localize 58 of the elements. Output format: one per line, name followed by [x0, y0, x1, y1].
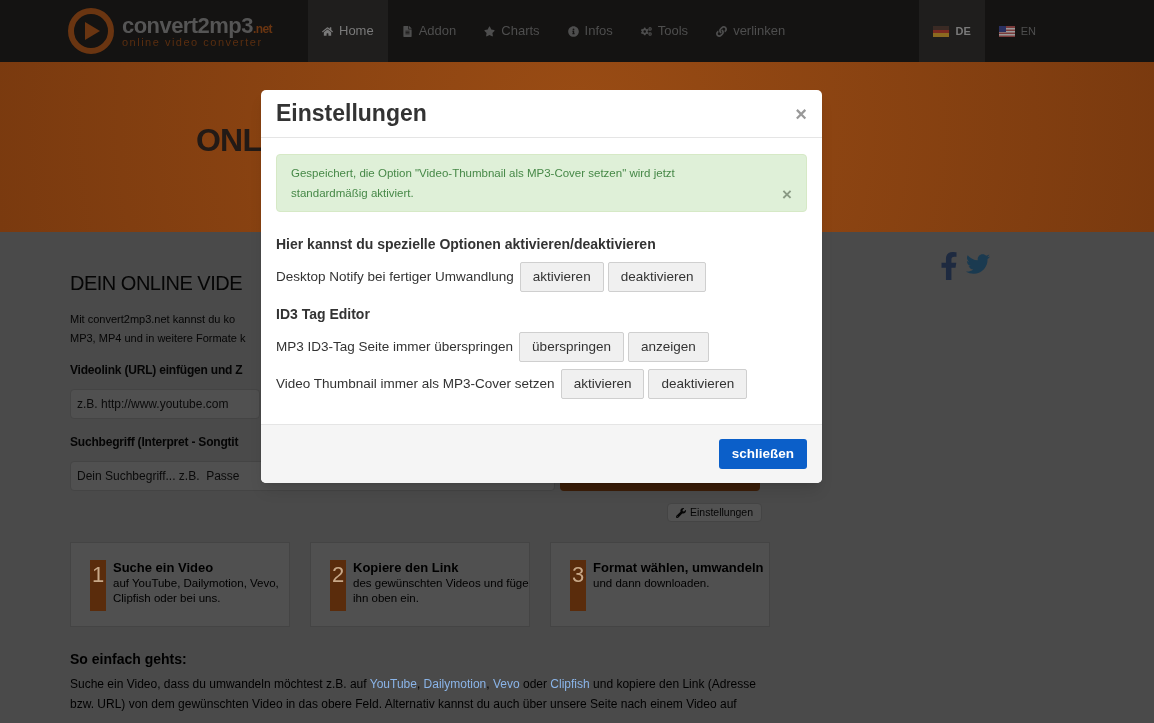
option-label: MP3 ID3-Tag Seite immer überspringen: [276, 337, 514, 356]
nav-link[interactable]: Home: [308, 0, 388, 62]
flag-icon: [998, 25, 1015, 37]
section-heading: Hier kannst du spezielle Optionen aktivieren/deaktivieren: [276, 235, 657, 254]
alert-close-button[interactable]: ×: [782, 186, 792, 203]
alert-message: Gespeichert, die Option "Video-Thumbnail als MP3-Cover setzen" wird jetzt standardmäßig aktiviert.: [291, 166, 676, 201]
link-icon: [716, 25, 728, 37]
flag-icon: [933, 25, 950, 37]
dialog-title: Einstellungen: [276, 99, 427, 129]
twitter-icon[interactable]: [964, 252, 992, 276]
option-label: Video Thumbnail immer als MP3-Cover setzen: [276, 374, 555, 393]
gears-icon: [640, 25, 652, 37]
option-button[interactable]: deaktivieren: [607, 262, 707, 292]
step-number: 1: [90, 560, 106, 611]
platform-link[interactable]: YouTube: [369, 677, 417, 691]
close-dialog-button[interactable]: schließen: [718, 439, 807, 469]
close-button[interactable]: ×: [795, 103, 807, 124]
platform-link[interactable]: Vevo: [492, 677, 520, 691]
nav-link[interactable]: Addon: [387, 0, 471, 62]
platform-link[interactable]: Clipfish: [550, 677, 590, 691]
howto-paragraph: Suche ein Video, dass du umwandeln möchtest z.B. auf YouTube, Dailymotion, Vevo oder Clipfish und kopiere den Link (Adresse bzw. URL) von dem gewünschten Video in das obere Feld. Alternativ kannst du auch über unsere Seite nach einem Video auf: [70, 676, 757, 713]
option-button[interactable]: anzeigen: [627, 332, 709, 362]
hero-title: ONL: [196, 122, 262, 158]
nav-link[interactable]: Infos: [553, 0, 627, 62]
wrench-icon: [675, 507, 686, 518]
section-heading: ID3 Tag Editor: [276, 305, 371, 324]
language-link[interactable]: DE: [919, 0, 985, 62]
step-text: und dann downloaden.: [593, 576, 711, 591]
logo-wordmark: convert2mp3.net: [122, 14, 273, 37]
step-number: 2: [330, 560, 346, 611]
step-title: Format wählen, umwandeln: [593, 560, 764, 575]
language-link[interactable]: EN: [984, 0, 1050, 62]
option-button[interactable]: deaktivieren: [648, 369, 748, 399]
step-text: auf YouTube, Dailymotion, Vevo, Clipfish oder bei uns.: [113, 576, 280, 606]
option-button[interactable]: aktivieren: [519, 262, 604, 292]
option-button[interactable]: aktivieren: [560, 369, 645, 399]
star-icon: [484, 25, 496, 37]
howto-heading: So einfach gehts:: [70, 650, 188, 669]
url-label: Videolink (URL) einfügen und Z: [70, 362, 243, 379]
intro-text: MP3, MP4 und in weitere Formate k: [70, 331, 246, 346]
url-field[interactable]: z.B. http://www.youtube.com: [70, 389, 260, 419]
option-label: Desktop Notify bei fertiger Umwandlung: [276, 267, 514, 286]
step-number: 3: [570, 560, 586, 611]
facebook-icon[interactable]: [940, 252, 958, 280]
document-icon: [401, 25, 413, 37]
intro-text: Mit convert2mp3.net kannst du ko: [70, 312, 236, 327]
step-title: Suche ein Video: [113, 560, 215, 575]
step-title: Kopiere den Link: [353, 560, 460, 575]
page-heading: DEIN ONLINE VIDE: [70, 271, 243, 296]
info-icon: [567, 25, 579, 37]
step-text: des gewünschten Videos und füge ihn oben ein.: [353, 576, 529, 606]
nav-link[interactable]: Tools: [626, 0, 703, 62]
home-icon: [322, 25, 333, 37]
settings-button[interactable]: Einstellungen: [666, 503, 762, 522]
nav-link[interactable]: verlinken: [702, 0, 800, 62]
nav-link[interactable]: Charts: [470, 0, 554, 62]
option-button[interactable]: überspringen: [519, 332, 624, 362]
search-label: Suchbegriff (Interpret - Songtit: [70, 434, 239, 451]
